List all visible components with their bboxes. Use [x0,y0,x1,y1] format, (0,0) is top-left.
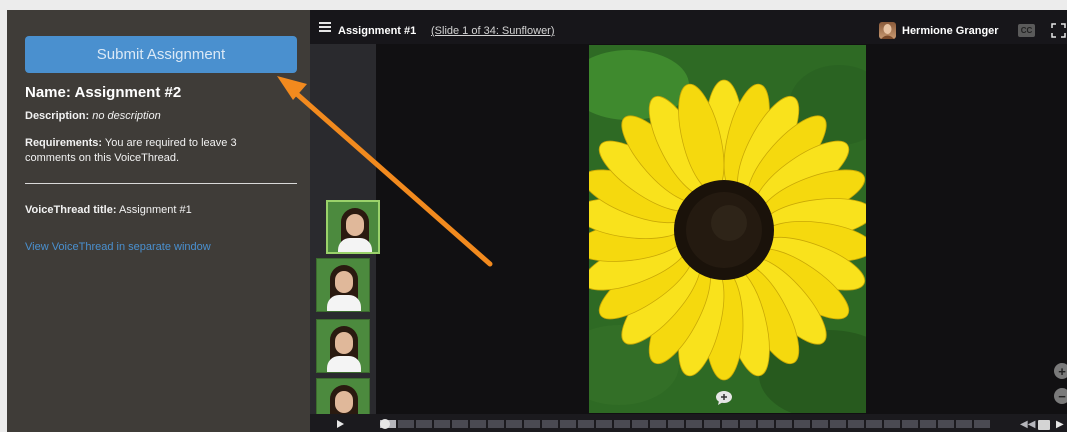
commenter-avatar[interactable] [316,319,370,373]
timeline-segment[interactable] [668,420,684,428]
commenter-avatar[interactable] [316,258,370,312]
divider [25,183,297,184]
timeline-segment[interactable] [614,420,630,428]
timeline-segment[interactable] [758,420,774,428]
comment-icon[interactable] [715,391,733,405]
requirements-label: Requirements: [25,137,103,149]
timeline-segment[interactable] [866,420,882,428]
app-frame: Submit Assignment Name: Assignment #2 De… [7,10,1067,432]
timeline-segment[interactable] [488,420,504,428]
timeline-segment[interactable] [920,420,936,428]
timeline-segment[interactable] [452,420,468,428]
timeline-segment[interactable] [902,420,918,428]
assignment-panel: Submit Assignment Name: Assignment #2 De… [7,10,310,432]
timeline-scrubber[interactable] [380,419,390,429]
fullscreen-icon[interactable] [1050,22,1067,39]
timeline-segment[interactable] [506,420,522,428]
menu-icon[interactable] [319,22,331,32]
timeline-segment[interactable] [560,420,576,428]
submit-assignment-button[interactable]: Submit Assignment [25,36,297,73]
timeline-segment[interactable] [884,420,900,428]
timeline-segment[interactable] [776,420,792,428]
view-voicethread-link[interactable]: View VoiceThread in separate window [25,241,211,253]
fast-forward-icon[interactable]: ▶ [1056,419,1064,430]
timeline-segment[interactable] [542,420,558,428]
player-top-bar: Assignment #1 (Slide 1 of 34: Sunflower)… [310,10,1067,44]
user-name[interactable]: Hermione Granger [902,25,999,37]
play-icon[interactable] [337,420,344,428]
timeline-segment[interactable] [686,420,702,428]
description-label: Description: [25,110,90,122]
slide-image-sunflower[interactable] [589,45,866,413]
timeline-segment[interactable] [650,420,666,428]
timeline-segment[interactable] [470,420,486,428]
vt-title-label: VoiceThread title: [25,204,117,216]
timeline-segment[interactable] [632,420,648,428]
user-avatar[interactable] [879,22,896,39]
commenter-avatar-column [310,44,380,432]
timeline-segment[interactable] [722,420,738,428]
timeline-segment[interactable] [740,420,756,428]
zoom-out-button[interactable]: − [1054,388,1067,404]
assignment-name-value: Assignment #2 [74,84,182,101]
timeline-segment[interactable] [794,420,810,428]
timeline-segment[interactable] [974,420,990,428]
timeline-segment[interactable] [596,420,612,428]
zoom-in-button[interactable]: + [1054,363,1067,379]
timeline-segment[interactable] [830,420,846,428]
assignment-requirements: Requirements: You are required to leave … [25,136,285,166]
player-bottom-bar: ◀◀ ▶ [310,414,1067,432]
assignment-description: Description: no description [25,110,161,122]
closed-captions-button[interactable]: CC [1018,24,1035,37]
timeline-segment[interactable] [956,420,972,428]
slide-pager-icon[interactable] [1038,420,1050,430]
assignment-name-label: Name: [25,84,71,101]
voicethread-player: Assignment #1 (Slide 1 of 34: Sunflower)… [310,10,1067,432]
vt-title-value: Assignment #1 [118,204,192,216]
sunflower-image [589,45,866,413]
timeline-segment[interactable] [524,420,540,428]
timeline-segment[interactable] [434,420,450,428]
timeline-segment[interactable] [812,420,828,428]
timeline-segment[interactable] [416,420,432,428]
assignment-name: Name: Assignment #2 [25,84,181,101]
voicethread-title: VoiceThread title: Assignment #1 [25,204,192,216]
timeline-segment[interactable] [704,420,720,428]
voicethread-name: Assignment #1 [338,25,417,37]
rewind-icon[interactable]: ◀◀ [1020,419,1035,430]
slide-timeline[interactable] [380,420,990,428]
timeline-segment[interactable] [578,420,594,428]
timeline-segment[interactable] [938,420,954,428]
commenter-avatar[interactable] [326,200,380,254]
slide-info-link[interactable]: (Slide 1 of 34: Sunflower) [431,25,555,37]
timeline-segment[interactable] [398,420,414,428]
timeline-segment[interactable] [848,420,864,428]
description-value: no description [92,110,161,122]
